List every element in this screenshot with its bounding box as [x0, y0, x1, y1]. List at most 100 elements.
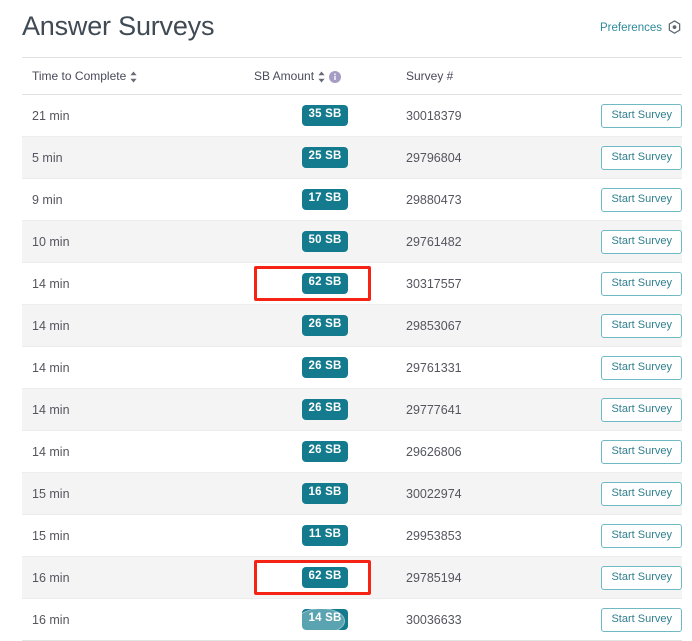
cell-sb-amount: 62 SB: [244, 557, 396, 599]
start-survey-button[interactable]: Start Survey: [601, 104, 682, 128]
cell-sb-amount: 14 SB: [244, 599, 396, 641]
start-survey-button[interactable]: Start Survey: [601, 440, 682, 464]
start-survey-button[interactable]: Start Survey: [601, 566, 682, 590]
cell-survey-number: 29853067: [396, 305, 566, 347]
cell-survey-number: 29796804: [396, 137, 566, 179]
start-survey-button[interactable]: Start Survey: [601, 272, 682, 296]
cell-action: Start Survey: [566, 557, 682, 599]
sb-amount-badge: 11 SB: [302, 525, 348, 546]
cell-survey-number: 29761331: [396, 347, 566, 389]
cell-survey-number: 29761482: [396, 221, 566, 263]
cell-survey-number: 30036633: [396, 599, 566, 641]
start-survey-button[interactable]: Start Survey: [601, 230, 682, 254]
table-row: 5 min 25 SB 29796804 Start Survey: [22, 137, 682, 179]
table-row: 9 min17 SB29880473Start Survey: [22, 179, 682, 221]
cell-survey-number: 30317557: [396, 263, 566, 305]
cell-survey-number: 29953853: [396, 515, 566, 557]
table-row: 15 min 11 SB 29953853 Start Survey: [22, 515, 682, 557]
cell-survey-number: 30018379: [396, 95, 566, 137]
cell-time-to-complete: 15 min: [22, 473, 244, 515]
table-row: 16 min62 SB29785194Start Survey: [22, 557, 682, 599]
surveys-table-container: Time to Complete SB Amount: [22, 57, 682, 641]
preferences-link[interactable]: Preferences: [600, 20, 682, 35]
cell-action: Start Survey: [566, 95, 682, 137]
start-survey-button[interactable]: Start Survey: [601, 608, 682, 632]
sb-amount-badge: 62 SB: [302, 273, 349, 294]
cell-action: Start Survey: [566, 263, 682, 305]
table-header-row: Time to Complete SB Amount: [22, 58, 682, 95]
sb-amount-badge: 16 SB: [302, 483, 349, 504]
preferences-label: Preferences: [600, 22, 662, 34]
table-row: 14 min 62 SB 30317557 Start Survey: [22, 263, 682, 305]
cell-time-to-complete: 10 min: [22, 221, 244, 263]
cell-sb-amount: 17 SB: [244, 179, 396, 221]
table-head: Time to Complete SB Amount: [22, 58, 682, 95]
cell-sb-amount: 26 SB: [244, 431, 396, 473]
sb-amount-badge: 17 SB: [302, 189, 349, 210]
table-row: 16 min 14 SB 30036633 Start Survey: [22, 599, 682, 641]
cell-time-to-complete: 14 min: [22, 305, 244, 347]
start-survey-button[interactable]: Start Survey: [601, 314, 682, 338]
table-row: 14 min26 SB29626806 Start Survey: [22, 431, 682, 473]
sort-arrows-icon[interactable]: [318, 71, 325, 83]
table-row: 14 min 26 SB 29761331 Start Survey: [22, 347, 682, 389]
start-survey-button[interactable]: Start Survey: [601, 188, 682, 212]
cell-time-to-complete: 21 min: [22, 95, 244, 137]
info-icon[interactable]: [329, 71, 341, 83]
start-survey-button[interactable]: Start Survey: [601, 146, 682, 170]
surveys-table: Time to Complete SB Amount: [22, 57, 682, 641]
cell-survey-number: 29626806: [396, 431, 566, 473]
cell-survey-number: 30022974: [396, 473, 566, 515]
cell-action: Start Survey: [566, 515, 682, 557]
cell-action: Start Survey: [566, 599, 682, 641]
cell-time-to-complete: 9 min: [22, 179, 244, 221]
start-survey-button[interactable]: Start Survey: [601, 482, 682, 506]
cell-time-to-complete: 16 min: [22, 599, 244, 641]
cell-sb-amount: 50 SB: [244, 221, 396, 263]
column-header-survey-number: Survey #: [396, 58, 566, 95]
cell-action: Start Survey: [566, 137, 682, 179]
table-row: 21 min 35 SB 30018379 Start Survey: [22, 95, 682, 137]
start-survey-button[interactable]: Start Survey: [601, 356, 682, 380]
table-body: 21 min 35 SB 30018379 Start Survey 5 min 25 S…: [22, 95, 682, 641]
table-row: 15 min 16 SB 30022974 Start Survey: [22, 473, 682, 515]
cell-action: Start Survey: [566, 431, 682, 473]
column-header-time-to-complete[interactable]: Time to Complete: [22, 58, 244, 95]
sort-arrows-icon[interactable]: [130, 71, 137, 83]
sb-amount-badge: 26 SB: [302, 399, 349, 420]
page-header: Answer Surveys Preferences: [0, 0, 692, 52]
cell-action: Start Survey: [566, 305, 682, 347]
gear-hex-icon: [667, 20, 682, 35]
cell-time-to-complete: 14 min: [22, 347, 244, 389]
cell-action: Start Survey: [566, 473, 682, 515]
cell-survey-number: 29785194: [396, 557, 566, 599]
table-row: 10 min 50 SB 29761482 Start Survey: [22, 221, 682, 263]
cell-survey-number: 29777641: [396, 389, 566, 431]
column-label-sb-amount: SB Amount: [254, 69, 314, 83]
start-survey-button[interactable]: Start Survey: [601, 524, 682, 548]
sb-amount-badge: 62 SB: [302, 567, 349, 588]
cell-sb-amount: 26 SB: [244, 305, 396, 347]
cell-sb-amount: 35 SB: [244, 95, 396, 137]
sb-amount-badge: 25 SB: [302, 147, 349, 168]
cell-action: Start Survey: [566, 389, 682, 431]
cell-time-to-complete: 5 min: [22, 137, 244, 179]
cell-time-to-complete: 14 min: [22, 431, 244, 473]
cell-time-to-complete: 15 min: [22, 515, 244, 557]
start-survey-button[interactable]: Start Survey: [601, 398, 682, 422]
cell-sb-amount: 62 SB: [244, 263, 396, 305]
cell-sb-amount: 11 SB: [244, 515, 396, 557]
column-header-action: [566, 58, 682, 95]
column-header-sb-amount[interactable]: SB Amount: [244, 58, 396, 95]
cell-sb-amount: 25 SB: [244, 137, 396, 179]
cell-time-to-complete: 14 min: [22, 263, 244, 305]
cell-sb-amount: 16 SB: [244, 473, 396, 515]
cell-action: Start Survey: [566, 179, 682, 221]
answer-surveys-page: Answer Surveys Preferences Time to Compl: [0, 0, 692, 631]
cell-time-to-complete: 14 min: [22, 389, 244, 431]
sb-amount-badge: 50 SB: [302, 231, 349, 252]
sb-amount-badge: 14 SB: [302, 609, 349, 630]
sb-amount-badge: 35 SB: [302, 105, 349, 126]
sb-amount-badge: 26 SB: [302, 357, 349, 378]
table-row: 14 min26 SB29853067 Start Survey: [22, 305, 682, 347]
